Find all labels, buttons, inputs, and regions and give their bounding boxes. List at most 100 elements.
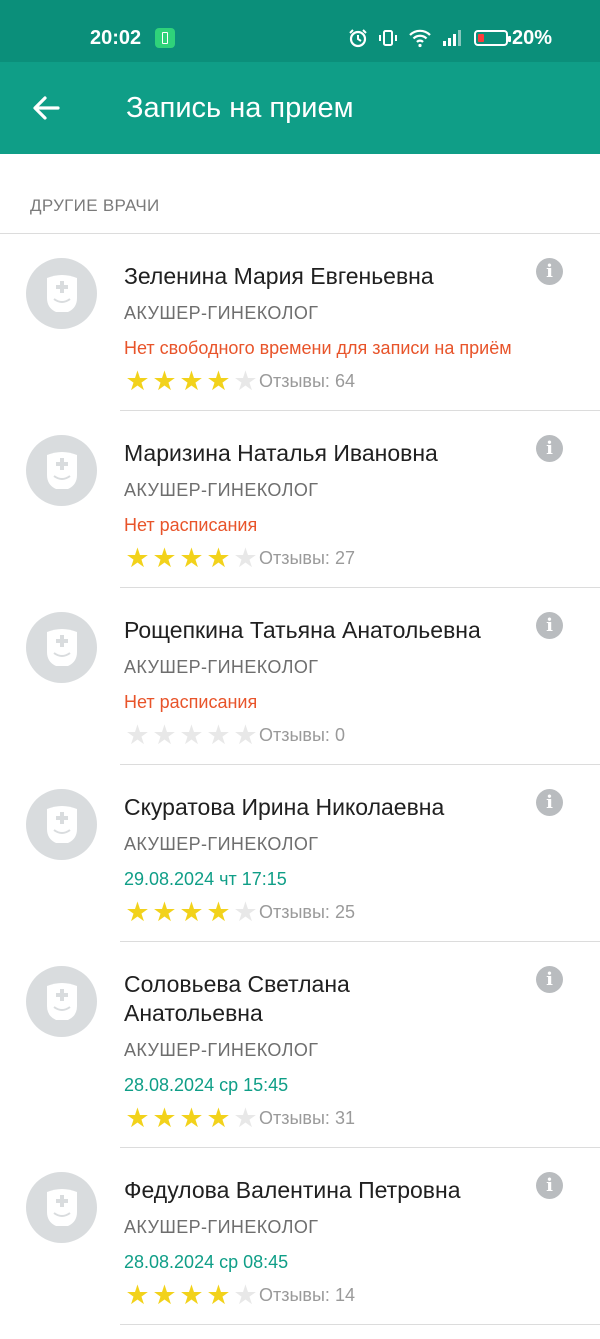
arrow-left-icon[interactable] (28, 90, 64, 126)
doctor-avatar (26, 435, 97, 506)
doctor-rating: ★ ★ ★ ★ ★ Отзывы: 31 (124, 1103, 355, 1133)
sim-icon (155, 28, 175, 48)
star-filled-icon: ★ (179, 1103, 204, 1133)
doctor-specialty: АКУШЕР-ГИНЕКОЛОГ (124, 1040, 319, 1060)
info-icon[interactable]: i (536, 1172, 563, 1199)
star-filled-icon: ★ (152, 1103, 177, 1133)
reviews-count: Отзывы: 27 (259, 547, 355, 568)
battery-percent: 20% (511, 27, 552, 49)
doctor-rating: ★ ★ ★ ★ ★ Отзывы: 27 (124, 543, 355, 573)
star-empty-icon: ★ (233, 1280, 258, 1310)
reviews-count: Отзывы: 0 (259, 724, 345, 745)
doctor-placeholder-icon (47, 629, 77, 666)
doctor-name: Соловьева Светлана Анатольевна (124, 971, 350, 1026)
star-empty-icon: ★ (206, 720, 231, 750)
doctor-name: Скуратова Ирина Николаевна (124, 794, 445, 820)
star-filled-icon: ★ (125, 366, 150, 396)
star-empty-icon: ★ (233, 543, 258, 573)
doctor-list-item[interactable]: Рощепкина Татьяна Анатольевна АКУШЕР-ГИН… (0, 588, 600, 765)
star-filled-icon: ★ (179, 897, 204, 927)
star-filled-icon: ★ (179, 366, 204, 396)
info-icon[interactable]: i (536, 966, 563, 993)
star-filled-icon: ★ (152, 897, 177, 927)
doctor-availability: Нет расписания (124, 515, 258, 535)
doctor-availability: 28.08.2024 ср 15:45 (124, 1075, 289, 1095)
doctor-placeholder-icon (47, 452, 77, 489)
doctor-list-item[interactable]: Федулова Валентина Петровна АКУШЕР-ГИНЕК… (0, 1148, 600, 1325)
star-filled-icon: ★ (125, 1280, 150, 1310)
doctor-list-item[interactable]: Соловьева Светлана Анатольевна АКУШЕР-ГИ… (0, 942, 600, 1148)
doctor-placeholder-icon (47, 1189, 77, 1226)
battery-icon (474, 30, 511, 46)
doctor-avatar (26, 966, 97, 1037)
reviews-count: Отзывы: 25 (259, 901, 355, 922)
doctor-rating: ★ ★ ★ ★ ★ Отзывы: 14 (124, 1280, 355, 1310)
doctor-availability: 28.08.2024 ср 08:45 (124, 1252, 289, 1272)
star-empty-icon: ★ (233, 897, 258, 927)
doctor-name: Рощепкина Татьяна Анатольевна (124, 617, 481, 643)
doctor-rating: ★ ★ ★ ★ ★ Отзывы: 64 (124, 366, 355, 396)
star-filled-icon: ★ (206, 366, 231, 396)
star-filled-icon: ★ (179, 543, 204, 573)
doctor-avatar (26, 258, 97, 329)
wifi-icon (409, 29, 431, 48)
star-empty-icon: ★ (152, 720, 177, 750)
star-filled-icon: ★ (125, 897, 150, 927)
doctor-list-item[interactable]: Зеленина Мария Евгеньевна АКУШЕР-ГИНЕКОЛ… (0, 234, 600, 411)
doctor-list-item[interactable]: Маризина Наталья Ивановна АКУШЕР-ГИНЕКОЛ… (0, 411, 600, 588)
star-filled-icon: ★ (206, 543, 231, 573)
doctor-list-item[interactable]: Скуратова Ирина Николаевна АКУШЕР-ГИНЕКО… (0, 765, 600, 942)
doctor-specialty: АКУШЕР-ГИНЕКОЛОГ (124, 834, 319, 854)
vibrate-icon (379, 30, 397, 46)
doctor-name: Федулова Валентина Петровна (124, 1177, 461, 1203)
doctor-availability: Нет расписания (124, 692, 258, 712)
star-empty-icon: ★ (233, 720, 258, 750)
row-divider (120, 1324, 600, 1325)
star-empty-icon: ★ (233, 366, 258, 396)
doctor-avatar (26, 612, 97, 683)
star-filled-icon: ★ (152, 1280, 177, 1310)
star-filled-icon: ★ (152, 543, 177, 573)
page-title: Запись на прием (126, 92, 354, 124)
doctor-avatar (26, 789, 97, 860)
star-filled-icon: ★ (152, 366, 177, 396)
star-filled-icon: ★ (206, 1103, 231, 1133)
star-filled-icon: ★ (206, 1280, 231, 1310)
star-filled-icon: ★ (206, 897, 231, 927)
status-time: 20:02 (90, 27, 142, 49)
star-filled-icon: ★ (125, 543, 150, 573)
doctor-placeholder-icon (47, 983, 77, 1020)
info-icon[interactable]: i (536, 789, 563, 816)
info-icon[interactable]: i (536, 258, 563, 285)
doctor-name: Зеленина Мария Евгеньевна (124, 263, 434, 289)
doctor-rating: ★ ★ ★ ★ ★ Отзывы: 0 (124, 720, 345, 750)
status-bar: 20:02 20% (0, 0, 600, 62)
doctor-placeholder-icon (47, 806, 77, 843)
reviews-count: Отзывы: 14 (259, 1284, 355, 1305)
star-filled-icon: ★ (179, 1280, 204, 1310)
doctor-specialty: АКУШЕР-ГИНЕКОЛОГ (124, 303, 319, 323)
section-header: ДРУГИЕ ВРАЧИ (30, 196, 160, 215)
info-icon[interactable]: i (536, 612, 563, 639)
doctor-specialty: АКУШЕР-ГИНЕКОЛОГ (124, 480, 319, 500)
doctor-specialty: АКУШЕР-ГИНЕКОЛОГ (124, 1217, 319, 1237)
app-bar: Запись на прием (0, 62, 600, 154)
doctor-name: Маризина Наталья Ивановна (124, 440, 438, 466)
alarm-icon (349, 29, 367, 48)
doctor-availability: Нет свободного времени для записи на при… (124, 338, 512, 358)
star-empty-icon: ★ (125, 720, 150, 750)
reviews-count: Отзывы: 64 (259, 370, 355, 391)
doctor-availability: 29.08.2024 чт 17:15 (124, 869, 287, 889)
star-empty-icon: ★ (179, 720, 204, 750)
doctor-placeholder-icon (47, 275, 77, 312)
doctor-list: Зеленина Мария Евгеньевна АКУШЕР-ГИНЕКОЛ… (0, 234, 600, 1325)
doctor-avatar (26, 1172, 97, 1243)
doctor-rating: ★ ★ ★ ★ ★ Отзывы: 25 (124, 897, 355, 927)
reviews-count: Отзывы: 31 (259, 1107, 355, 1128)
status-icons (348, 26, 511, 50)
star-empty-icon: ★ (233, 1103, 258, 1133)
signal-icon (443, 30, 461, 46)
doctor-specialty: АКУШЕР-ГИНЕКОЛОГ (124, 657, 319, 677)
info-icon[interactable]: i (536, 435, 563, 462)
star-filled-icon: ★ (125, 1103, 150, 1133)
